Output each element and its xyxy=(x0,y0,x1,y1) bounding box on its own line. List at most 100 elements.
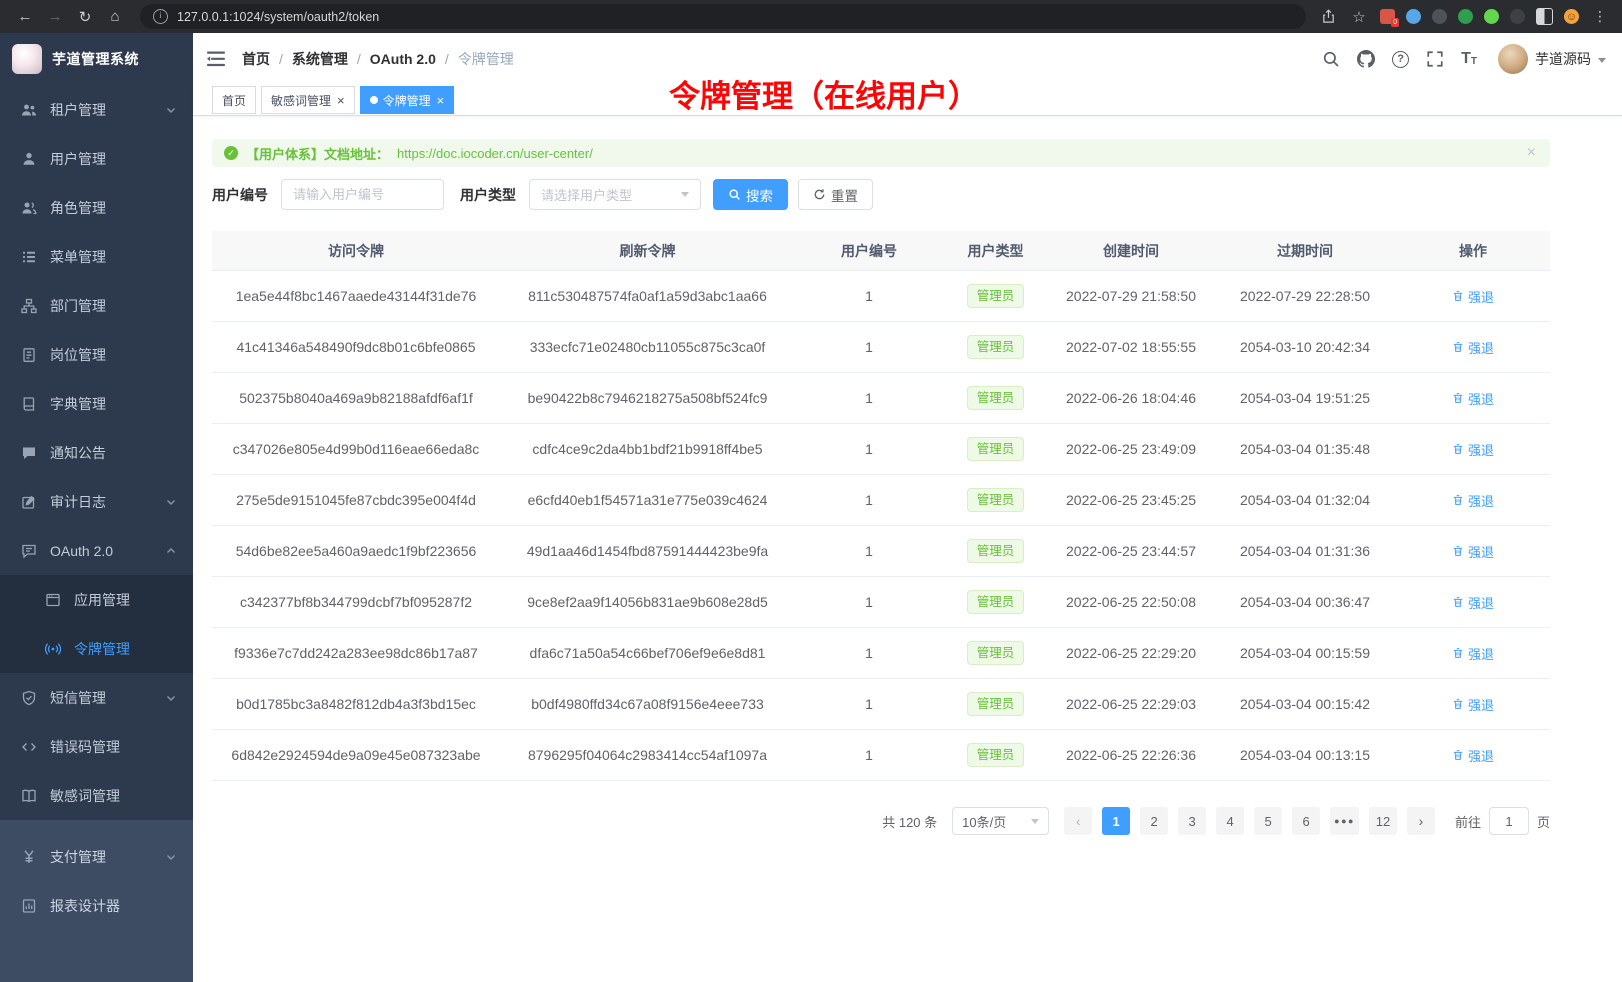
extension-icon-5[interactable] xyxy=(1484,9,1499,24)
browser-profile-avatar[interactable]: ☺ xyxy=(1564,9,1579,24)
alert-link[interactable]: https://doc.iocoder.cn/user-center/ xyxy=(397,146,593,161)
extension-icon-2[interactable] xyxy=(1406,9,1421,24)
extension-icon-3[interactable] xyxy=(1432,9,1447,24)
chevron-down-icon xyxy=(165,851,177,863)
page-size-value: 10条/页 xyxy=(962,812,1006,831)
sidebar-item-label: 角色管理 xyxy=(50,198,177,218)
user-id-cell: 1 xyxy=(795,475,943,526)
page-size-select[interactable]: 10条/页 xyxy=(952,807,1049,835)
reload-icon[interactable]: ↻ xyxy=(72,5,98,29)
fullscreen-icon[interactable] xyxy=(1426,50,1444,68)
sidebar-item-tenant[interactable]: 租户管理 xyxy=(0,85,193,134)
report-icon xyxy=(21,898,37,914)
close-icon[interactable]: × xyxy=(337,94,345,107)
user-menu[interactable]: 芋道源码 xyxy=(1498,44,1606,74)
sidebar-item-errcode[interactable]: 错误码管理 xyxy=(0,722,193,771)
sidebar-item-app[interactable]: 应用管理 xyxy=(0,575,193,624)
tab-item[interactable]: 敏感词管理 × xyxy=(261,86,355,114)
breadcrumb-item[interactable]: OAuth 2.0 xyxy=(370,51,436,67)
force-logout-button[interactable]: 强退 xyxy=(1452,593,1494,612)
expire-time-cell: 2054-03-04 00:36:47 xyxy=(1214,577,1396,628)
sidebar-item-dict[interactable]: 字典管理 xyxy=(0,379,193,428)
search-button[interactable]: 搜索 xyxy=(713,179,788,210)
sidebar-item-role[interactable]: 角色管理 xyxy=(0,183,193,232)
sidebar-item-sms[interactable]: 短信管理 xyxy=(0,673,193,722)
sidebar-item-token[interactable]: 令牌管理 xyxy=(0,624,193,673)
force-logout-button[interactable]: 强退 xyxy=(1452,287,1494,306)
page-button-4[interactable]: 4 xyxy=(1216,807,1244,835)
page-button-2[interactable]: 2 xyxy=(1140,807,1168,835)
extension-icon-4[interactable] xyxy=(1458,9,1473,24)
sidebar-item-audit[interactable]: 审计日志 xyxy=(0,477,193,526)
forward-icon[interactable]: → xyxy=(42,5,68,29)
force-logout-button[interactable]: 强退 xyxy=(1452,542,1494,561)
breadcrumb-item[interactable]: 系统管理 xyxy=(292,49,348,69)
extension-icon-6[interactable] xyxy=(1510,9,1525,24)
address-bar[interactable]: i 127.0.0.1:1024/system/oauth2/token xyxy=(140,4,1306,29)
user-type-badge: 管理员 xyxy=(967,743,1025,767)
sidebar-item-dept[interactable]: 部门管理 xyxy=(0,281,193,330)
font-size-icon[interactable]: TT xyxy=(1461,51,1477,67)
sidebar-item-oauth[interactable]: OAuth 2.0 xyxy=(0,526,193,575)
user-type-select[interactable]: 请选择用户类型 xyxy=(529,179,701,210)
sidebar-item-pay[interactable]: 支付管理 xyxy=(0,832,193,881)
back-icon[interactable]: ← xyxy=(12,5,38,29)
post-icon xyxy=(21,347,37,363)
browser-extensions: 0☺ xyxy=(1380,8,1579,25)
sidebar-item-report[interactable]: 报表设计器 xyxy=(0,881,193,930)
extension-icon-1[interactable]: 0 xyxy=(1380,9,1395,24)
sidebar-item-sensitive[interactable]: 敏感词管理 xyxy=(0,771,193,820)
filter-form: 用户编号 用户类型 请选择用户类型 搜索 重置 xyxy=(212,179,1550,210)
caret-down-icon xyxy=(1598,58,1606,63)
page-button-6[interactable]: 6 xyxy=(1292,807,1320,835)
sidebar-item-notice[interactable]: 通知公告 xyxy=(0,428,193,477)
expire-time-cell: 2054-03-04 19:51:25 xyxy=(1214,373,1396,424)
github-icon[interactable] xyxy=(1357,50,1375,68)
bookmark-star-icon[interactable]: ☆ xyxy=(1349,7,1369,27)
page-button-5[interactable]: 5 xyxy=(1254,807,1282,835)
split-view-icon[interactable] xyxy=(1536,8,1553,25)
next-page-button[interactable]: › xyxy=(1407,807,1435,835)
alert-close-icon[interactable]: × xyxy=(1527,144,1536,162)
close-icon[interactable]: × xyxy=(437,94,445,107)
force-logout-button[interactable]: 强退 xyxy=(1452,746,1494,765)
force-logout-button[interactable]: 强退 xyxy=(1452,491,1494,510)
share-icon[interactable] xyxy=(1318,7,1338,27)
breadcrumb-item[interactable]: 首页 xyxy=(242,49,270,69)
sidebar-item-post[interactable]: 岗位管理 xyxy=(0,330,193,379)
tab-item[interactable]: 首页 xyxy=(212,86,256,114)
force-logout-button[interactable]: 强退 xyxy=(1452,338,1494,357)
tab-item-active[interactable]: 令牌管理 × xyxy=(360,86,455,114)
home-icon[interactable]: ⌂ xyxy=(102,5,128,29)
page-button-12[interactable]: 12 xyxy=(1369,807,1397,835)
sidebar-item-label: 字典管理 xyxy=(50,394,177,414)
sidebar-item-menu[interactable]: 菜单管理 xyxy=(0,232,193,281)
table-row: 502375b8040a469a9b82188afdf6af1fbe90422b… xyxy=(212,373,1550,424)
sidebar-item-user[interactable]: 用户管理 xyxy=(0,134,193,183)
force-logout-button[interactable]: 强退 xyxy=(1452,389,1494,408)
pagination: 共 120 条 10条/页 ‹123456●●●12› 前往 页 xyxy=(212,807,1550,835)
tab-label: 令牌管理 xyxy=(383,92,431,109)
prev-page-button[interactable]: ‹ xyxy=(1064,807,1092,835)
search-icon[interactable] xyxy=(1322,50,1340,68)
site-info-icon[interactable]: i xyxy=(153,9,168,24)
more-pages-button[interactable]: ●●● xyxy=(1330,807,1359,835)
total-count: 共 120 条 xyxy=(882,812,937,831)
tab-label: 敏感词管理 xyxy=(271,92,331,109)
help-icon[interactable]: ? xyxy=(1392,51,1409,68)
reset-button[interactable]: 重置 xyxy=(798,179,873,210)
force-logout-button[interactable]: 强退 xyxy=(1452,440,1494,459)
sidebar-item-label: 岗位管理 xyxy=(50,345,177,365)
page-button-1[interactable]: 1 xyxy=(1102,807,1130,835)
url-text: 127.0.0.1:1024/system/oauth2/token xyxy=(177,10,379,24)
created-time-cell: 2022-06-25 23:49:09 xyxy=(1048,424,1214,475)
app-logo[interactable]: 芋道管理系统 xyxy=(0,33,193,85)
page-button-3[interactable]: 3 xyxy=(1178,807,1206,835)
created-time-cell: 2022-07-29 21:58:50 xyxy=(1048,271,1214,322)
goto-page-input[interactable] xyxy=(1489,807,1529,835)
browser-menu-icon[interactable]: ⋮ xyxy=(1590,8,1610,25)
hamburger-icon[interactable] xyxy=(207,50,227,68)
force-logout-button[interactable]: 强退 xyxy=(1452,644,1494,663)
force-logout-button[interactable]: 强退 xyxy=(1452,695,1494,714)
user-id-input[interactable] xyxy=(281,179,444,210)
